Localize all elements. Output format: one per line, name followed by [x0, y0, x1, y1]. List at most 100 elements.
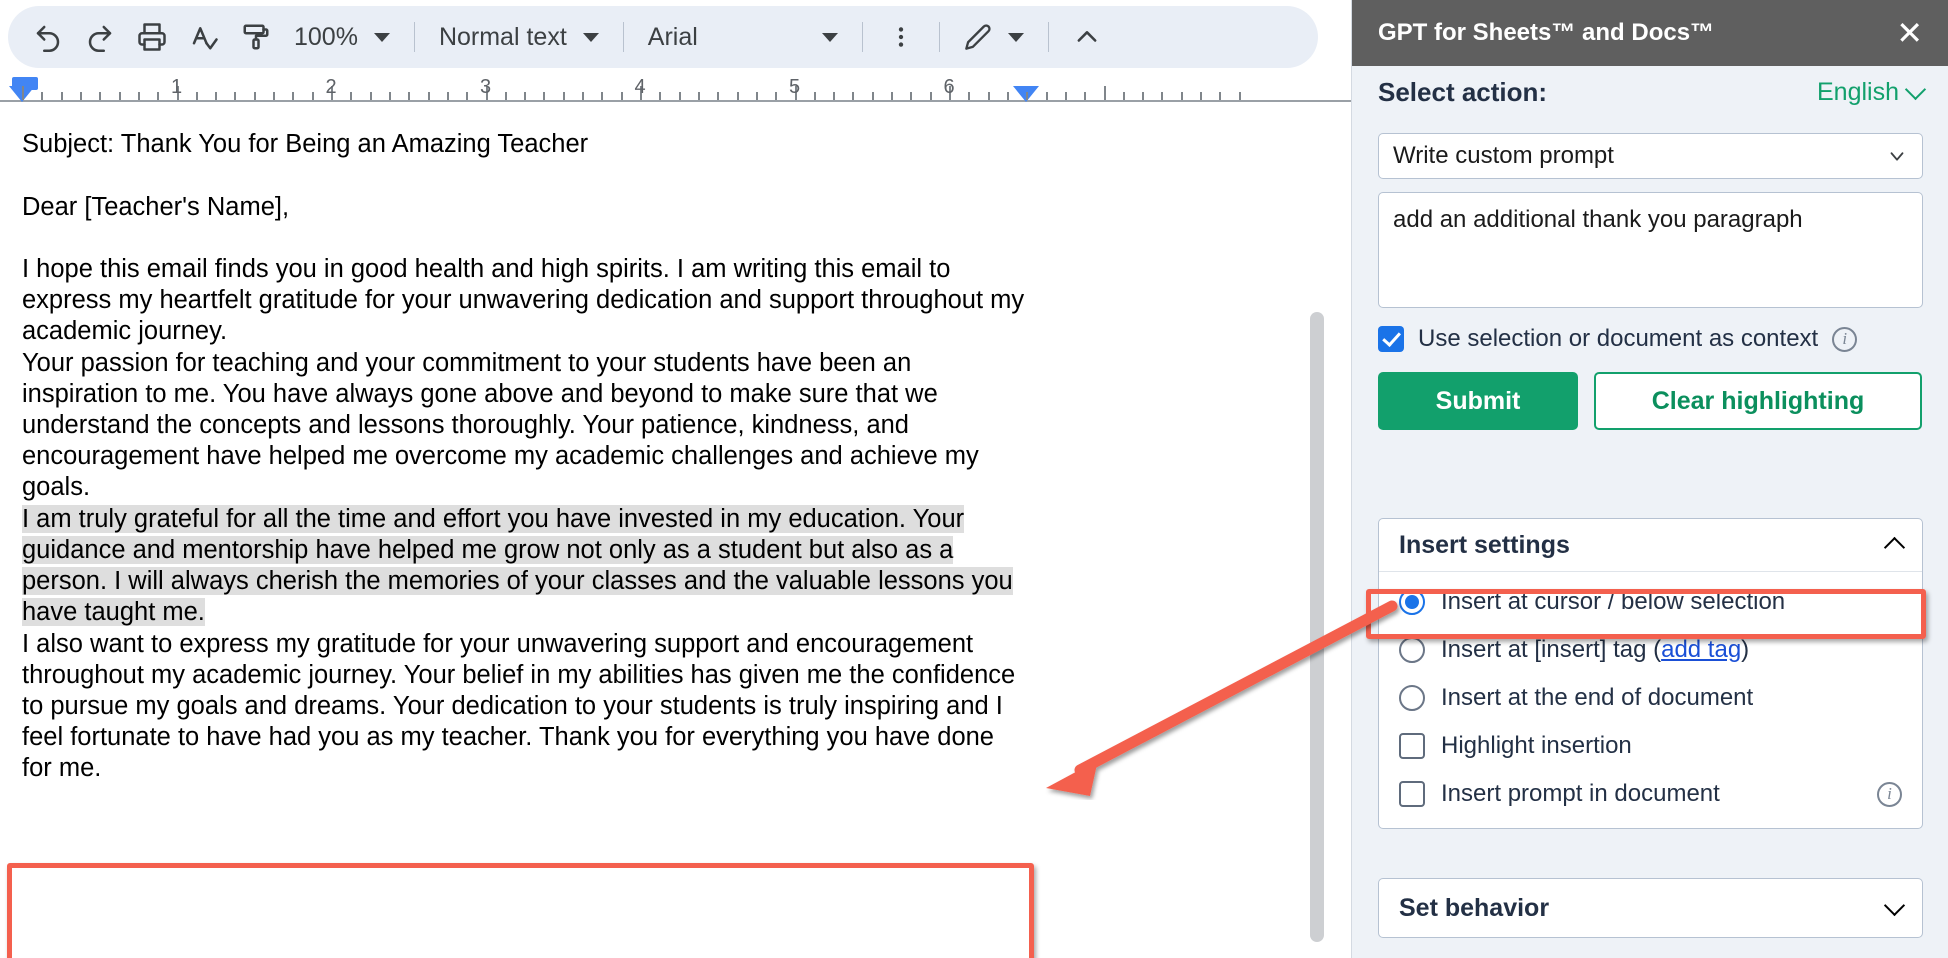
chevron-down-icon [374, 33, 390, 42]
option-label-after: ) [1741, 636, 1749, 663]
more-options-icon[interactable] [875, 15, 927, 59]
ruler-tick-minor [1239, 92, 1241, 100]
paint-format-icon[interactable] [230, 15, 282, 59]
prompt-input[interactable] [1378, 192, 1923, 308]
action-select-value: Write custom prompt [1393, 142, 1614, 170]
radio-insert-at-end[interactable] [1399, 685, 1425, 711]
insert-settings-header[interactable]: Insert settings [1379, 519, 1922, 572]
paragraph-text: Dear [Teacher's Name], [22, 193, 289, 221]
option-label: Highlight insertion [1441, 732, 1632, 760]
ruler-tick-minor [61, 92, 63, 100]
doc-paragraph-selected[interactable]: I am truly grateful for all the time and… [22, 504, 1032, 628]
option-label: Insert at the end of document [1441, 684, 1753, 712]
ruler-tick-minor [447, 92, 449, 100]
doc-paragraph-intro[interactable]: I hope this email finds you in good heal… [22, 254, 1032, 347]
ruler-tick-minor [698, 92, 700, 100]
toolbar-divider [862, 22, 863, 52]
action-buttons-row: Submit Clear highlighting [1378, 372, 1923, 430]
font-dropdown[interactable]: Arial [636, 15, 850, 59]
ruler-tick-minor [408, 92, 410, 100]
ruler-tick-minor [138, 92, 140, 100]
doc-paragraph-body-1[interactable]: Your passion for teaching and your commi… [22, 348, 1032, 503]
ruler-tick-minor [1200, 92, 1202, 100]
annotation-box-inserted-paragraph [7, 863, 1034, 958]
zoom-value: 100% [294, 23, 358, 52]
document-page[interactable]: Subject: Thank You for Being an Amazing … [0, 102, 1351, 958]
document-ruler[interactable]: 123456 [0, 74, 1351, 102]
checkbox-insert-prompt[interactable] [1399, 781, 1425, 807]
set-behavior-card[interactable]: Set behavior [1378, 878, 1923, 938]
ruler-tick-minor [524, 92, 526, 100]
option-insert-at-cursor[interactable]: Insert at cursor / below selection [1379, 578, 1922, 626]
ruler-tick-minor [196, 92, 198, 100]
doc-paragraph-inserted[interactable]: I also want to express my gratitude for … [22, 629, 1027, 784]
paragraph-text: I hope this email finds you in good heal… [22, 255, 1024, 345]
ruler-tick-minor [910, 92, 912, 100]
chevron-down-icon [583, 33, 599, 42]
chevron-up-icon [1884, 536, 1905, 557]
document-scrollbar[interactable] [1310, 312, 1324, 942]
add-tag-link[interactable]: add tag [1661, 636, 1741, 663]
scrollbar-thumb[interactable] [1310, 312, 1324, 942]
close-icon[interactable]: ✕ [1896, 17, 1923, 49]
redo-icon[interactable] [74, 15, 126, 59]
ruler-tick-minor [466, 92, 468, 100]
ruler-number: 3 [480, 76, 491, 99]
checkbox-highlight-insertion[interactable] [1399, 733, 1425, 759]
ruler-tick-minor [988, 92, 990, 100]
toolbar-divider [939, 22, 940, 52]
ruler-tick-minor [1084, 92, 1086, 100]
ruler-tick-minor [582, 92, 584, 100]
ruler-tick-minor [370, 92, 372, 100]
pencil-icon [964, 23, 992, 51]
collapse-menus-icon[interactable] [1061, 15, 1113, 59]
info-icon[interactable]: i [1877, 782, 1902, 807]
chevron-down-icon [1008, 33, 1024, 42]
info-icon[interactable]: i [1832, 327, 1857, 352]
ruler-tick-minor [157, 92, 159, 100]
ruler-tick-minor [872, 92, 874, 100]
doc-paragraph-subject[interactable]: Subject: Thank You for Being an Amazing … [22, 129, 1032, 160]
option-insert-at-tag[interactable]: Insert at [insert] tag (add tag) [1379, 626, 1922, 674]
ruler-number: 4 [634, 76, 645, 99]
option-insert-at-end[interactable]: Insert at the end of document [1379, 674, 1922, 722]
set-behavior-title: Set behavior [1399, 894, 1549, 923]
ruler-tick-minor [1046, 92, 1048, 100]
action-select-dropdown[interactable]: Write custom prompt [1378, 133, 1923, 179]
ruler-number: 6 [943, 76, 954, 99]
paragraph-text: Your passion for teaching and your commi… [22, 349, 979, 501]
option-label: Insert at cursor / below selection [1441, 588, 1785, 616]
undo-icon[interactable] [22, 15, 74, 59]
option-label: Insert prompt in document [1441, 780, 1720, 808]
font-value: Arial [648, 23, 698, 52]
ruler-number: 5 [789, 76, 800, 99]
ruler-number: 2 [325, 76, 336, 99]
paragraph-style-dropdown[interactable]: Normal text [427, 15, 611, 59]
submit-button[interactable]: Submit [1378, 372, 1578, 430]
toolbar-divider [414, 22, 415, 52]
chevron-down-icon [1884, 894, 1905, 915]
ruler-tick-minor [99, 92, 101, 100]
editing-mode-dropdown[interactable] [952, 15, 1036, 59]
ruler-tick-minor [659, 92, 661, 100]
spellcheck-icon[interactable] [178, 15, 230, 59]
ruler-tick-minor [234, 92, 236, 100]
ruler-tick-minor [80, 92, 82, 100]
print-icon[interactable] [126, 15, 178, 59]
zoom-dropdown[interactable]: 100% [282, 15, 402, 59]
clear-highlighting-button[interactable]: Clear highlighting [1594, 372, 1922, 430]
option-highlight-insertion[interactable]: Highlight insertion [1379, 722, 1922, 770]
ruler-tick-minor [621, 92, 623, 100]
ruler-tick-minor [505, 92, 507, 100]
language-picker[interactable]: English [1817, 78, 1923, 107]
radio-insert-at-cursor[interactable] [1399, 589, 1425, 615]
option-insert-prompt[interactable]: Insert prompt in document i [1379, 770, 1922, 818]
ruler-tick-minor [1026, 92, 1028, 100]
radio-insert-at-tag[interactable] [1399, 637, 1425, 663]
ruler-tick-major [22, 86, 24, 100]
ruler-tick-minor [1142, 92, 1144, 100]
paragraph-text-highlighted: I am truly grateful for all the time and… [22, 505, 1013, 626]
doc-paragraph-salutation[interactable]: Dear [Teacher's Name], [22, 192, 1032, 223]
chevron-down-icon [1905, 78, 1926, 99]
use-context-checkbox[interactable] [1378, 326, 1404, 352]
